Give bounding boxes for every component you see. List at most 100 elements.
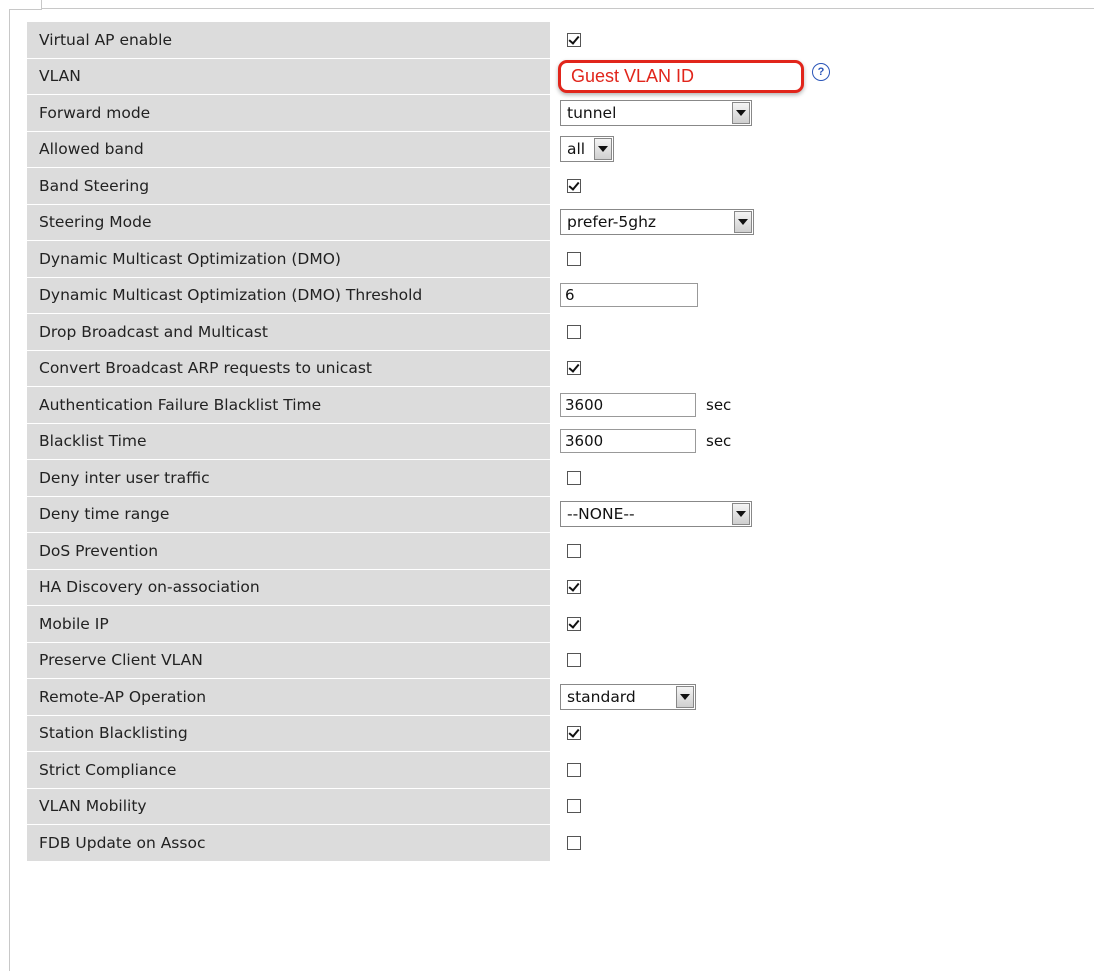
unit-label: sec bbox=[706, 395, 732, 414]
setting-row-fdb-update-on-assoc: FDB Update on Assoc bbox=[27, 825, 1087, 861]
station-blacklisting-checkbox[interactable] bbox=[567, 726, 581, 741]
strict-compliance-checkbox[interactable] bbox=[567, 762, 581, 777]
chevron-down-icon[interactable] bbox=[594, 138, 612, 161]
setting-row-station-blacklisting: Station Blacklisting bbox=[27, 715, 1087, 752]
setting-value bbox=[558, 168, 1087, 204]
selected-value: tunnel bbox=[567, 103, 617, 122]
setting-value bbox=[558, 533, 1087, 569]
setting-label: Steering Mode bbox=[27, 204, 550, 240]
vlan-mobility-checkbox[interactable] bbox=[567, 799, 581, 814]
virtual-ap-settings-table: Virtual AP enable VLAN Guest VLAN ID? Forwa… bbox=[27, 22, 1087, 861]
drop-broadcast-and-multicast-checkbox[interactable] bbox=[567, 324, 581, 339]
setting-label: Deny time range bbox=[27, 496, 550, 532]
fdb-update-on-assoc-checkbox[interactable] bbox=[567, 835, 581, 850]
dynamic-multicast-optimization-dmo-threshold-input[interactable]: 6 bbox=[560, 283, 698, 308]
mobile-ip-checkbox[interactable] bbox=[567, 616, 581, 631]
setting-label: Blacklist Time bbox=[27, 423, 550, 459]
setting-label: Drop Broadcast and Multicast bbox=[27, 314, 550, 350]
setting-label: Station Blacklisting bbox=[27, 715, 550, 751]
setting-value: prefer-5ghz bbox=[558, 205, 1087, 241]
setting-label: Mobile IP bbox=[27, 606, 550, 642]
setting-row-allowed-band: Allowed band all bbox=[27, 131, 1087, 168]
setting-value bbox=[558, 789, 1087, 825]
steering-mode-select[interactable]: prefer-5ghz bbox=[560, 209, 754, 236]
chevron-down-icon[interactable] bbox=[732, 503, 750, 526]
setting-row-deny-time-range: Deny time range --NONE-- bbox=[27, 496, 1087, 533]
chevron-down-icon[interactable] bbox=[676, 685, 694, 708]
setting-label: Remote-AP Operation bbox=[27, 679, 550, 715]
dynamic-multicast-optimization-dmo-checkbox[interactable] bbox=[567, 251, 581, 266]
setting-value: --NONE-- bbox=[558, 497, 1087, 533]
setting-value bbox=[558, 351, 1087, 387]
deny-inter-user-traffic-checkbox[interactable] bbox=[567, 470, 581, 485]
setting-row-dynamic-multicast-optimization-dmo: Dynamic Multicast Optimization (DMO) bbox=[27, 241, 1087, 278]
setting-row-steering-mode: Steering Mode prefer-5ghz bbox=[27, 204, 1087, 241]
ha-discovery-on-association-checkbox[interactable] bbox=[567, 580, 581, 595]
setting-row-dynamic-multicast-optimization-dmo-threshold: Dynamic Multicast Optimization (DMO) Thr… bbox=[27, 277, 1087, 314]
allowed-band-select[interactable]: all bbox=[560, 136, 614, 163]
setting-value bbox=[558, 643, 1087, 679]
setting-row-blacklist-time: Blacklist Time 3600 sec bbox=[27, 423, 1087, 460]
setting-value bbox=[558, 460, 1087, 496]
forward-mode-select[interactable]: tunnel bbox=[560, 99, 752, 126]
deny-time-range-select[interactable]: --NONE-- bbox=[560, 501, 752, 528]
setting-row-preserve-client-vlan: Preserve Client VLAN bbox=[27, 642, 1087, 679]
selected-value: all bbox=[567, 140, 586, 159]
setting-value: 6 bbox=[558, 278, 1087, 314]
selected-value: --NONE-- bbox=[567, 505, 635, 524]
selected-value: prefer-5ghz bbox=[567, 213, 657, 232]
setting-row-vlan-mobility: VLAN Mobility bbox=[27, 788, 1087, 825]
setting-label: Band Steering bbox=[27, 168, 550, 204]
setting-label: Convert Broadcast ARP requests to unicas… bbox=[27, 350, 550, 386]
setting-value bbox=[558, 570, 1087, 606]
setting-value: 3600 sec bbox=[558, 424, 1087, 460]
setting-row-forward-mode: Forward mode tunnel bbox=[27, 95, 1087, 132]
setting-label: Allowed band bbox=[27, 131, 550, 167]
tab-divider bbox=[41, 8, 1094, 9]
setting-row-mobile-ip: Mobile IP bbox=[27, 606, 1087, 643]
setting-label: Dynamic Multicast Optimization (DMO) Thr… bbox=[27, 277, 550, 313]
setting-row-ha-discovery-on-association: HA Discovery on-association bbox=[27, 569, 1087, 606]
setting-label: Dynamic Multicast Optimization (DMO) bbox=[27, 241, 550, 277]
setting-value bbox=[558, 314, 1087, 350]
setting-label: VLAN Mobility bbox=[27, 788, 550, 824]
setting-row-deny-inter-user-traffic: Deny inter user traffic bbox=[27, 460, 1087, 497]
tab-header[interactable] bbox=[9, 0, 42, 10]
band-steering-checkbox[interactable] bbox=[567, 178, 581, 193]
panel-left-border bbox=[9, 0, 10, 971]
setting-value bbox=[558, 606, 1087, 642]
setting-row-drop-broadcast-and-multicast: Drop Broadcast and Multicast bbox=[27, 314, 1087, 351]
setting-label: Forward mode bbox=[27, 95, 550, 131]
setting-label: Preserve Client VLAN bbox=[27, 642, 550, 678]
dos-prevention-checkbox[interactable] bbox=[567, 543, 581, 558]
chevron-down-icon[interactable] bbox=[734, 211, 752, 234]
convert-broadcast-arp-requests-to-unicast-checkbox[interactable] bbox=[567, 361, 581, 376]
setting-row-band-steering: Band Steering bbox=[27, 168, 1087, 205]
chevron-down-icon[interactable] bbox=[732, 101, 750, 124]
setting-row-remote-ap-operation: Remote-AP Operation standard bbox=[27, 679, 1087, 716]
setting-label: Deny inter user traffic bbox=[27, 460, 550, 496]
setting-label: VLAN bbox=[27, 58, 550, 94]
setting-label: Strict Compliance bbox=[27, 752, 550, 788]
setting-value: Guest VLAN ID? bbox=[558, 59, 1087, 95]
help-icon[interactable]: ? bbox=[812, 63, 830, 82]
setting-label: FDB Update on Assoc bbox=[27, 825, 550, 861]
setting-value: tunnel bbox=[558, 95, 1087, 131]
setting-value bbox=[558, 752, 1087, 788]
setting-row-virtual-ap-enable: Virtual AP enable bbox=[27, 22, 1087, 59]
remote-ap-operation-select[interactable]: standard bbox=[560, 683, 696, 710]
setting-value: 3600 sec bbox=[558, 387, 1087, 423]
setting-row-dos-prevention: DoS Prevention bbox=[27, 533, 1087, 570]
virtual-ap-enable-checkbox[interactable] bbox=[567, 32, 581, 47]
unit-label: sec bbox=[706, 432, 732, 451]
vlan-input[interactable]: Guest VLAN ID bbox=[558, 59, 804, 93]
setting-label: DoS Prevention bbox=[27, 533, 550, 569]
setting-value bbox=[558, 22, 1087, 58]
blacklist-time-input[interactable]: 3600 bbox=[560, 429, 696, 454]
setting-row-convert-broadcast-arp-requests-to-unicast: Convert Broadcast ARP requests to unicas… bbox=[27, 350, 1087, 387]
setting-label: HA Discovery on-association bbox=[27, 569, 550, 605]
authentication-failure-blacklist-time-input[interactable]: 3600 bbox=[560, 392, 696, 417]
setting-value bbox=[558, 241, 1087, 277]
preserve-client-vlan-checkbox[interactable] bbox=[567, 653, 581, 668]
setting-value: standard bbox=[558, 679, 1087, 715]
